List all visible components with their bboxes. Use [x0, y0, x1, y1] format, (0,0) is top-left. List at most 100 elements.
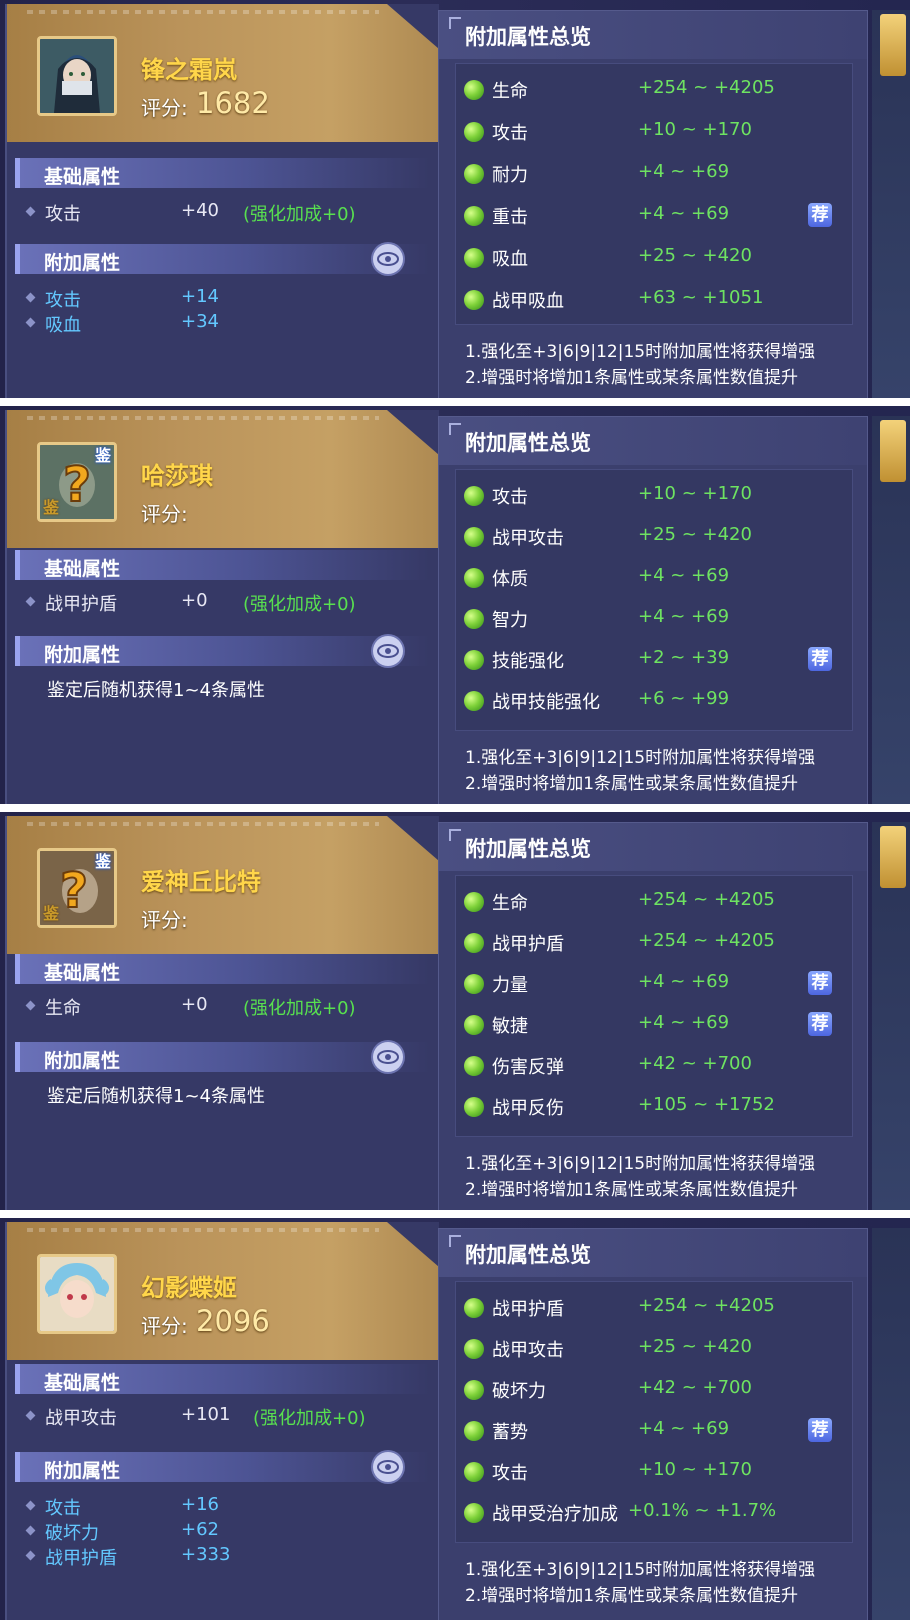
note-line: 1.强化至+3|6|9|12|15时附加属性将获得增强 [465, 342, 816, 362]
green-orb-icon [464, 1462, 484, 1482]
overview-notes: 1.强化至+3|6|9|12|15时附加属性将获得增强 2.增强时将增加1条属性… [465, 1557, 815, 1609]
attr-name: 破坏力 [492, 1381, 546, 1402]
bullet-icon [25, 1525, 36, 1536]
identify-badge-icon: 鉴 [94, 446, 111, 465]
attr-value: +101 [181, 1404, 231, 1425]
base-attr-header: 基础属性 [15, 550, 430, 580]
overview-attr-row: 重击 +4 ~ +69 荐 [456, 200, 852, 232]
extra-attr-header: 附加属性 [15, 1452, 430, 1482]
green-orb-icon [464, 691, 484, 711]
attr-value: +16 [181, 1494, 219, 1515]
character-portrait-icon [40, 39, 114, 113]
overview-attr-row: 战甲攻击 +25 ~ +420 [456, 521, 852, 553]
identify-badge-icon: 鉴 [42, 498, 59, 517]
attr-range: +25 ~ +420 [638, 1336, 752, 1357]
overview-attr-row: 战甲反伤 +105 ~ +1752 [456, 1091, 852, 1123]
overview-attr-row: 攻击 +10 ~ +170 [456, 1456, 852, 1488]
attr-name: 攻击 [492, 123, 528, 144]
section-title: 基础属性 [44, 558, 121, 580]
enhance-bonus: (强化加成+0) [243, 998, 356, 1019]
attr-range: +4 ~ +69 [638, 565, 730, 586]
attr-name: 战甲攻击 [492, 1340, 564, 1361]
recommend-badge: 荐 [808, 971, 832, 995]
attr-name: 战甲吸血 [492, 291, 564, 312]
bullet-icon [25, 1410, 36, 1421]
svg-text:?: ? [63, 457, 91, 513]
attr-range: +6 ~ +99 [638, 688, 730, 709]
recommend-badge: 荐 [808, 1012, 832, 1036]
enhance-bonus: (强化加成+0) [253, 1408, 366, 1429]
equipment-card: ? 鉴 鉴 爱神丘比特 评分: 基础属性 生命 +0 (强化加成+0) 附加属性… [5, 816, 439, 1210]
overview-attr-row: 体质 +4 ~ +69 [456, 562, 852, 594]
attr-range: +42 ~ +700 [638, 1053, 752, 1074]
attr-name: 战甲攻击 [492, 528, 564, 549]
attr-overview-panel: 附加属性总览 战甲护盾 +254 ~ +4205 战甲攻击 +25 ~ +420 破… [438, 1228, 868, 1620]
attr-range: +254 ~ +4205 [638, 889, 775, 910]
attr-range: +10 ~ +170 [638, 483, 752, 504]
green-orb-icon [464, 609, 484, 629]
eye-icon [377, 252, 399, 266]
background-edge-item [880, 14, 906, 76]
green-orb-icon [464, 486, 484, 506]
equipment-name: 哈莎琪 [141, 462, 213, 490]
overview-title-bar: 附加属性总览 [439, 11, 867, 59]
overview-attr-row: 蓄势 +4 ~ +69 荐 [456, 1415, 852, 1447]
bullet-icon [25, 317, 36, 328]
overview-attr-list: 战甲护盾 +254 ~ +4205 战甲攻击 +25 ~ +420 破坏力 +42 ~… [455, 1281, 853, 1543]
recommend-badge: 荐 [808, 1418, 832, 1442]
green-orb-icon [464, 933, 484, 953]
attr-name: 攻击 [492, 487, 528, 508]
attr-range: +105 ~ +1752 [638, 1094, 775, 1115]
attr-name: 生命 [492, 81, 528, 102]
overview-attr-row: 生命 +254 ~ +4205 [456, 74, 852, 106]
attr-range: +10 ~ +170 [638, 119, 752, 140]
overview-title-bar: 附加属性总览 [439, 823, 867, 871]
attr-name: 战甲反伤 [492, 1098, 564, 1119]
green-orb-icon [464, 1015, 484, 1035]
green-orb-icon [464, 1339, 484, 1359]
attr-name: 重击 [492, 207, 528, 228]
overview-attr-list: 生命 +254 ~ +4205 战甲护盾 +254 ~ +4205 力量 +4 ~ +… [455, 875, 853, 1137]
attr-value: +34 [181, 311, 219, 332]
attr-name: 战甲护盾 [492, 1299, 564, 1320]
attr-value: +14 [181, 286, 219, 307]
eye-toggle-button[interactable] [373, 244, 403, 274]
overview-attr-row: 攻击 +10 ~ +170 [456, 116, 852, 148]
score-label: 评分: [141, 502, 188, 526]
eye-icon [377, 1050, 399, 1064]
recommend-badge: 荐 [808, 203, 832, 227]
enhance-bonus: (强化加成+0) [243, 204, 356, 225]
attr-name: 吸血 [492, 249, 528, 270]
overview-title-bar: 附加属性总览 [439, 1229, 867, 1277]
note-line: 1.强化至+3|6|9|12|15时附加属性将获得增强 [465, 1560, 816, 1580]
equipment-avatar [37, 36, 117, 116]
eye-toggle-button[interactable] [373, 1042, 403, 1072]
eye-toggle-button[interactable] [373, 1452, 403, 1482]
section-title: 基础属性 [44, 962, 121, 984]
overview-notes: 1.强化至+3|6|9|12|15时附加属性将获得增强 2.增强时将增加1条属性… [465, 339, 815, 391]
eye-toggle-button[interactable] [373, 636, 403, 666]
bullet-icon [25, 206, 36, 217]
character-portrait-icon [40, 1257, 114, 1331]
eye-icon [377, 1460, 399, 1474]
overview-attr-row: 战甲护盾 +254 ~ +4205 [456, 1292, 852, 1324]
green-orb-icon [464, 122, 484, 142]
green-orb-icon [464, 650, 484, 670]
corner-decoration [449, 17, 461, 29]
equipment-avatar [37, 1254, 117, 1334]
attr-name: 蓄势 [492, 1422, 528, 1443]
extra-attr-header: 附加属性 [15, 1042, 430, 1072]
identify-badge-icon: 鉴 [42, 904, 59, 923]
note-line: 2.增强时将增加1条属性或某条属性数值提升 [465, 1586, 799, 1606]
attr-value: +62 [181, 1519, 219, 1540]
base-attr-header: 基础属性 [15, 1364, 430, 1394]
attr-name: 耐力 [492, 165, 528, 186]
attr-range: +254 ~ +4205 [638, 77, 775, 98]
eye-icon [377, 644, 399, 658]
section-title: 附加属性 [44, 1460, 121, 1482]
overview-attr-row: 战甲攻击 +25 ~ +420 [456, 1333, 852, 1365]
score-value: 1682 [196, 86, 270, 120]
green-orb-icon [464, 1298, 484, 1318]
attr-label: 战甲攻击 [45, 1408, 117, 1429]
attr-label: 攻击 [45, 290, 81, 311]
